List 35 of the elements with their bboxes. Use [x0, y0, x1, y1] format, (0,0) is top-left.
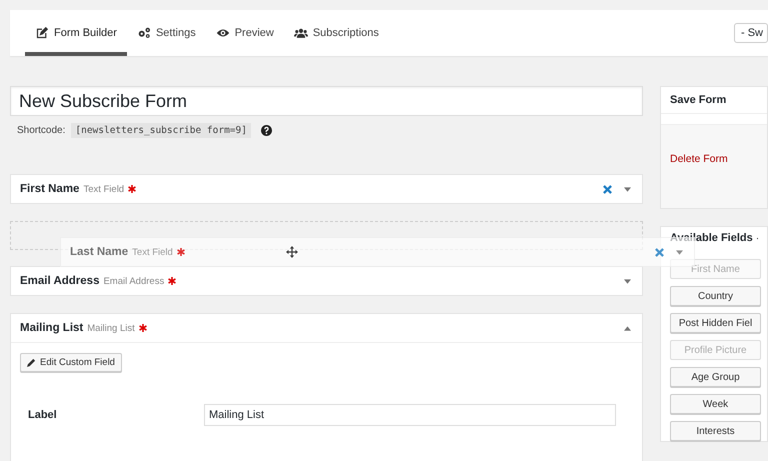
field-name: Email Address: [20, 275, 100, 287]
gears-icon: [136, 27, 151, 39]
panel-title: Save Form: [661, 87, 767, 114]
field-type: Text Field: [83, 184, 124, 194]
shortcode-label: Shortcode:: [17, 125, 66, 136]
setting-label: Label: [28, 409, 58, 421]
field-type-button[interactable]: Country: [670, 286, 761, 306]
tab[interactable]: Preview: [206, 10, 284, 56]
form-title-field[interactable]: New Subscribe Form: [10, 86, 643, 116]
form-switcher-dropdown[interactable]: - Sw: [734, 23, 768, 43]
pencil-square-icon: [35, 27, 49, 39]
field-type-button[interactable]: Interests: [670, 421, 761, 441]
field-type: Email Address: [103, 276, 164, 286]
edit-custom-field-button[interactable]: Edit Custom Field: [20, 353, 122, 372]
move-icon: [286, 246, 298, 258]
field-card[interactable]: Mailing List Mailing List Edit Custom Field Label Mailing List: [10, 313, 643, 461]
field-type: Mailing List: [87, 322, 135, 334]
field-name: Mailing List: [20, 322, 84, 334]
tab[interactable]: Form Builder: [25, 10, 127, 56]
field-type: Text Field: [132, 246, 173, 258]
tab[interactable]: Subscriptions: [284, 10, 389, 56]
field-card[interactable]: First Name Text Field: [10, 174, 643, 204]
delete-form-link[interactable]: Delete Form: [670, 153, 728, 165]
shortcode-text: [newsletters_subscribe form=9]: [71, 123, 251, 138]
setting-field[interactable]: Mailing List: [204, 404, 616, 426]
eye-icon: [216, 27, 230, 39]
field-card[interactable]: Email Address Email Address: [10, 266, 643, 296]
field-type-button[interactable]: Age Group: [670, 367, 761, 387]
field-type-button[interactable]: Post Hidden Fiel: [670, 313, 761, 333]
tab[interactable]: Settings: [126, 10, 206, 56]
users-icon: [294, 27, 308, 39]
field-name: First Name: [20, 183, 80, 195]
field-name: Last Name: [70, 246, 128, 258]
field-type-button[interactable]: Week: [670, 394, 761, 414]
pencil-icon: [27, 358, 36, 367]
